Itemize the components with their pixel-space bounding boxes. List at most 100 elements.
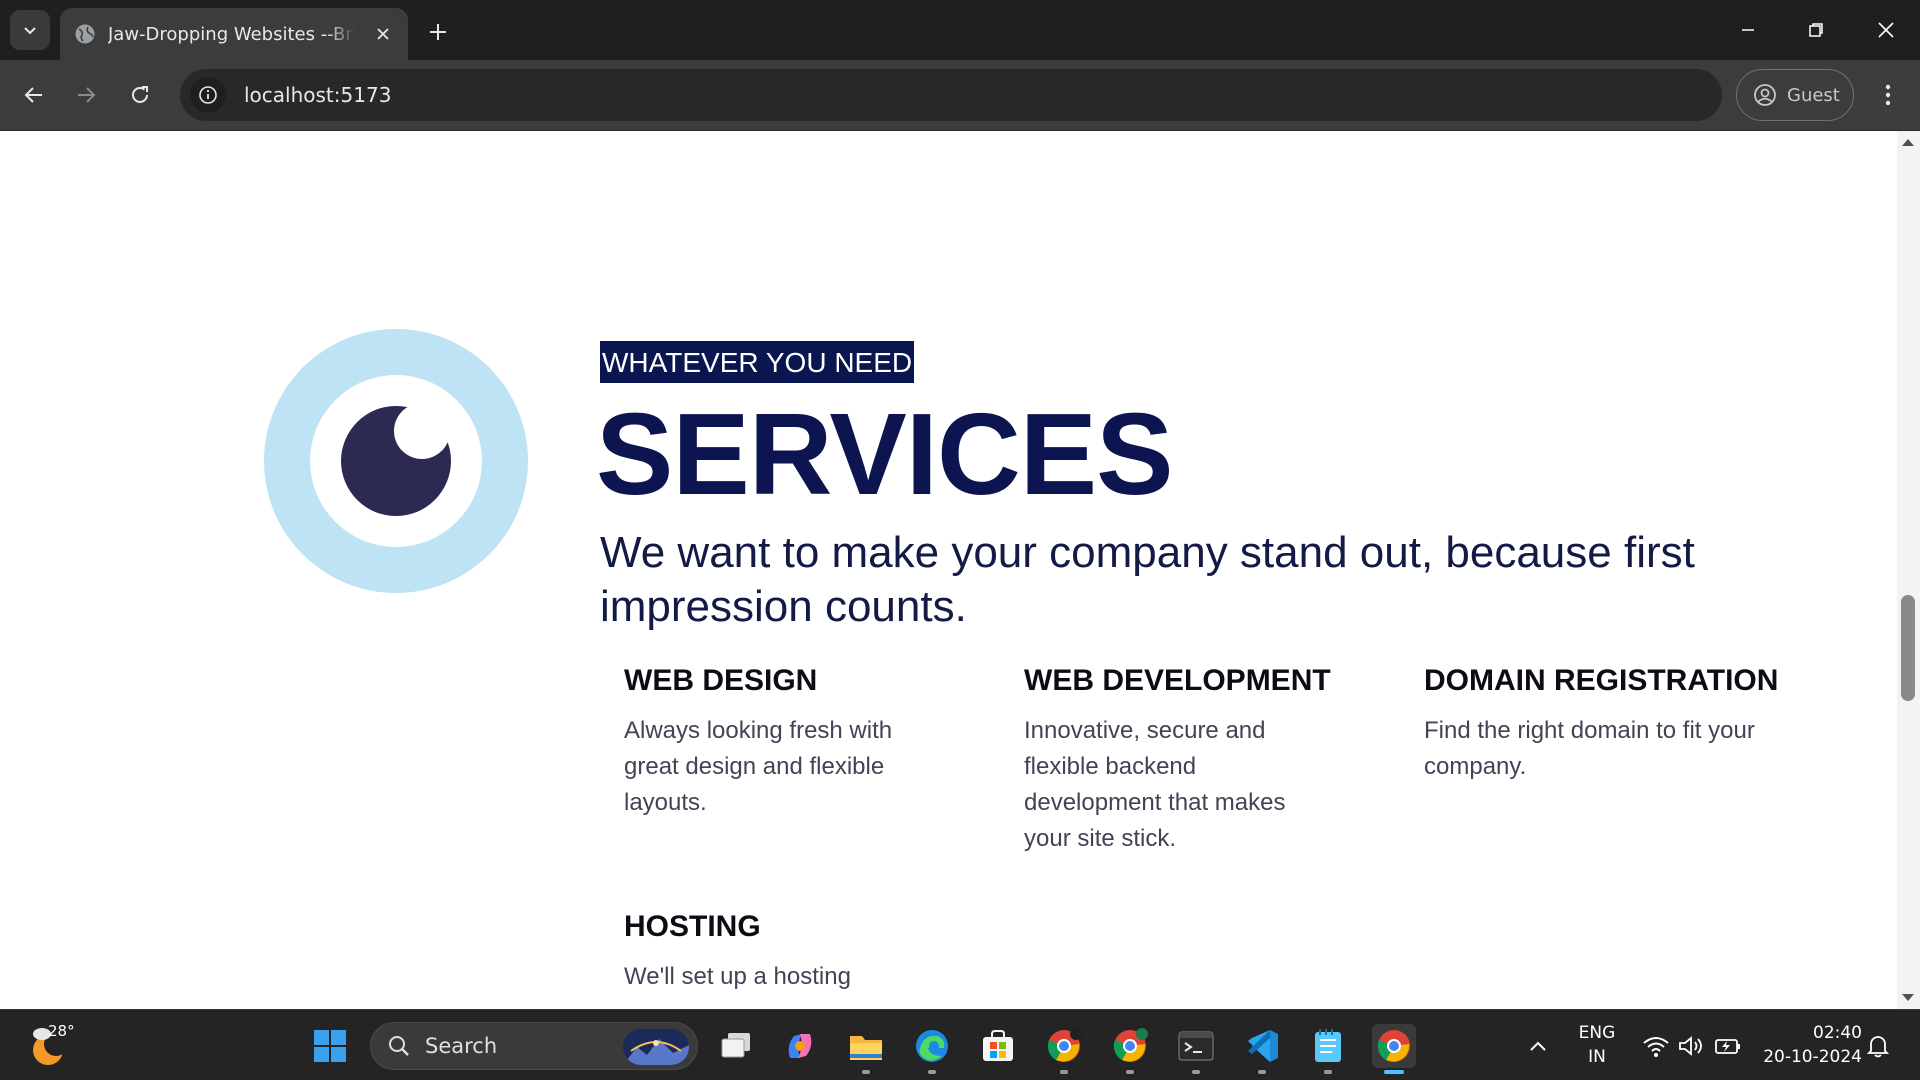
service-description: Always looking fresh with great design a…: [624, 717, 893, 816]
arrow-left-icon: [24, 87, 42, 103]
running-indicator: [1126, 1070, 1134, 1074]
site-info-button[interactable]: [190, 77, 226, 113]
service-description: Find the right domain to fit your compan…: [1424, 717, 1755, 780]
browser-toolbar: localhost:5173 Guest: [0, 60, 1920, 131]
info-icon: [199, 86, 217, 104]
service-card-domain-registration: DOMAIN REGISTRATION Find the right domai…: [1424, 663, 1804, 785]
browser-tab-active[interactable]: Jaw-Dropping Websites --Brilwork: [60, 8, 408, 60]
notepad-icon: [1315, 1029, 1341, 1062]
running-indicator: [1324, 1070, 1332, 1074]
windows-taskbar: 28° Search ENG IN 02:40 20-10-2024: [0, 1009, 1920, 1080]
vscode-button[interactable]: [1240, 1024, 1284, 1074]
section-tagline: We want to make your company stand out, …: [600, 528, 1695, 631]
active-indicator: [1384, 1070, 1404, 1074]
edge-button[interactable]: [910, 1024, 954, 1074]
forward-button[interactable]: [66, 75, 106, 115]
page-viewport: WHATEVER YOU NEED SERVICES We want to ma…: [0, 131, 1920, 1009]
service-card-web-design: WEB DESIGN Always looking fresh with gre…: [624, 663, 984, 821]
service-title: DOMAIN REGISTRATION: [1424, 664, 1779, 697]
scroll-down-arrow-icon[interactable]: [1902, 994, 1914, 1001]
profile-button[interactable]: Guest: [1736, 69, 1854, 121]
clock-time: 02:40: [1813, 1023, 1862, 1043]
chrome-icon: [1047, 1028, 1082, 1062]
task-view-icon: [721, 1033, 750, 1058]
more-vertical-icon: [1885, 84, 1891, 106]
language-code: ENG: [1578, 1023, 1616, 1043]
tab-search-button[interactable]: [10, 10, 50, 50]
account-circle-icon: [1754, 84, 1776, 106]
copilot-button[interactable]: [778, 1024, 822, 1068]
region-code: IN: [1588, 1047, 1606, 1067]
service-title: WEB DESIGN: [624, 664, 818, 697]
close-icon: [377, 28, 389, 40]
quick-settings-button[interactable]: [1636, 1024, 1748, 1068]
close-window-button[interactable]: [1870, 14, 1902, 46]
scrollbar-thumb[interactable]: [1901, 595, 1915, 701]
profile-label: Guest: [1787, 84, 1840, 106]
search-icon: [389, 1036, 409, 1056]
restore-icon: [1809, 23, 1823, 37]
back-button[interactable]: [14, 75, 54, 115]
terminal-icon: [1178, 1031, 1214, 1061]
chevron-up-icon: [1530, 1041, 1546, 1051]
url-text: localhost:5173: [244, 83, 392, 107]
service-card-web-development: WEB DEVELOPMENT Innovative, secure and f…: [1024, 663, 1384, 857]
terminal-button[interactable]: [1174, 1024, 1218, 1074]
show-hidden-icons-button[interactable]: [1518, 1024, 1558, 1068]
running-indicator: [928, 1070, 936, 1074]
running-indicator: [1258, 1070, 1266, 1074]
tab-close-button[interactable]: [372, 23, 394, 45]
service-description: Innovative, secure and flexible backend …: [1024, 717, 1286, 852]
minimize-icon: [1742, 29, 1754, 31]
address-bar[interactable]: localhost:5173: [180, 69, 1722, 121]
search-highlight-image: [623, 1029, 689, 1065]
clock-date: 20-10-2024: [1763, 1047, 1862, 1067]
bell-icon: [1867, 1036, 1889, 1058]
reload-button[interactable]: [120, 75, 160, 115]
service-title: WEB DEVELOPMENT: [1024, 664, 1331, 697]
browser-tab-strip: Jaw-Dropping Websites --Brilwork: [0, 0, 1920, 60]
chrome-profile-2-button[interactable]: [1108, 1024, 1152, 1074]
store-bag-icon: [983, 1030, 1013, 1061]
edge-browser-icon: [916, 1030, 948, 1062]
tab-title: Jaw-Dropping Websites --Brilwork: [108, 23, 356, 45]
close-icon: [1878, 22, 1894, 38]
service-title: HOSTING: [624, 910, 761, 943]
new-tab-button[interactable]: [422, 16, 454, 48]
vertical-scrollbar[interactable]: [1897, 131, 1920, 1009]
notifications-button[interactable]: [1856, 1024, 1900, 1068]
taskbar-search[interactable]: Search: [370, 1022, 698, 1070]
volume-icon: [1679, 1036, 1702, 1056]
windows-logo-icon: [314, 1030, 346, 1062]
wifi-icon: [1643, 1037, 1669, 1057]
notepad-button[interactable]: [1306, 1024, 1350, 1074]
running-indicator: [1060, 1070, 1068, 1074]
folder-icon: [850, 1036, 882, 1060]
chevron-down-icon: [24, 27, 36, 35]
restore-button[interactable]: [1800, 14, 1832, 46]
service-card-hosting: HOSTING We'll set up a hosting: [624, 909, 984, 995]
service-description: We'll set up a hosting: [624, 963, 851, 990]
browser-menu-button[interactable]: [1870, 75, 1906, 115]
minimize-button[interactable]: [1732, 14, 1764, 46]
battery-charging-icon: [1715, 1039, 1740, 1054]
running-indicator: [862, 1070, 870, 1074]
chrome-icon: [1377, 1030, 1410, 1062]
plus-icon: [430, 24, 446, 40]
chrome-profile-1-button[interactable]: [1042, 1024, 1086, 1074]
chrome-active-button[interactable]: [1372, 1024, 1416, 1074]
weather-temperature: 28°: [48, 1022, 75, 1040]
task-view-button[interactable]: [714, 1024, 758, 1068]
vscode-icon: [1248, 1030, 1278, 1062]
running-indicator: [1192, 1070, 1200, 1074]
eye-logo: [264, 329, 528, 593]
microsoft-store-button[interactable]: [976, 1024, 1020, 1068]
scroll-up-arrow-icon[interactable]: [1902, 139, 1914, 146]
reload-icon: [132, 86, 148, 103]
start-button[interactable]: [308, 1024, 352, 1068]
file-explorer-button[interactable]: [844, 1024, 888, 1074]
arrow-right-icon: [78, 87, 96, 103]
chrome-icon: [1113, 1028, 1148, 1062]
section-heading: SERVICES: [596, 389, 1174, 519]
copilot-icon: [788, 1034, 812, 1058]
